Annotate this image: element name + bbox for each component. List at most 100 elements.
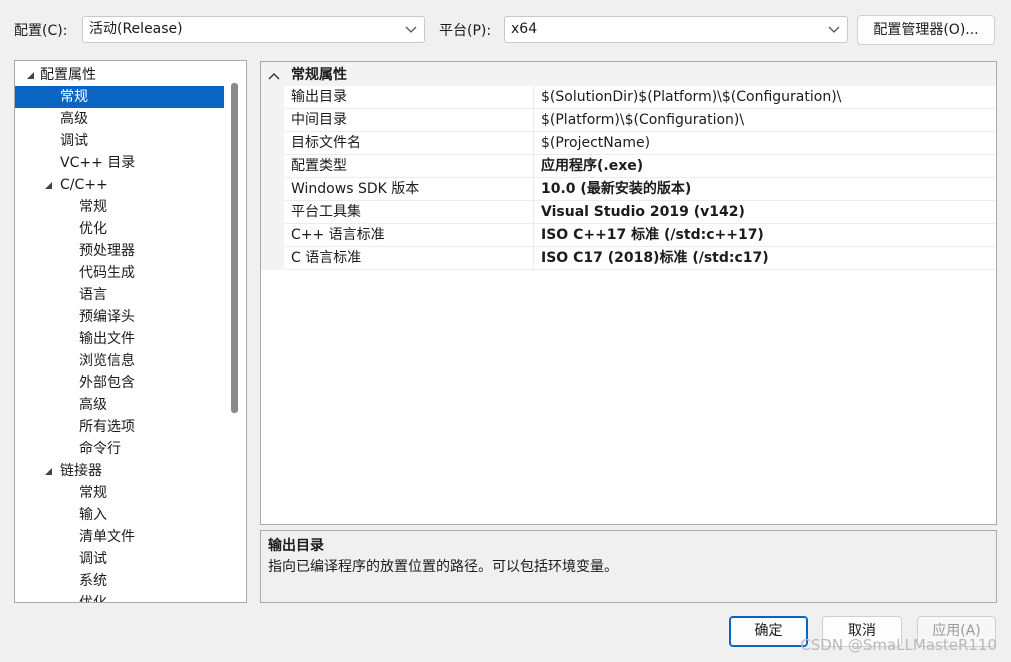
- grid-category-title: 常规属性: [291, 67, 347, 83]
- watermark: CSDN @SmaLLMasteR110: [800, 636, 997, 654]
- tree-item-label: 调试: [60, 133, 88, 149]
- tree-item-label: 输入: [79, 507, 107, 523]
- tree-item-label: 配置属性: [40, 67, 96, 83]
- property-row[interactable]: 平台工具集 Visual Studio 2019 (v142): [284, 201, 996, 224]
- tree-item[interactable]: VC++ 目录: [15, 152, 224, 174]
- property-value[interactable]: ISO C++17 标准 (/std:c++17): [541, 224, 764, 247]
- property-value[interactable]: 10.0 (最新安装的版本): [541, 178, 691, 201]
- tree-item-label: C/C++: [60, 177, 108, 193]
- tree-item[interactable]: 所有选项: [15, 416, 224, 438]
- platform-combobox[interactable]: x64: [504, 16, 848, 43]
- property-name: 目标文件名: [291, 135, 361, 151]
- description-text: 指向已编译程序的放置位置的路径。可以包括环境变量。: [268, 559, 618, 575]
- tree-item[interactable]: 调试: [15, 130, 224, 152]
- column-divider: [533, 201, 534, 224]
- tree-item-label: 所有选项: [79, 419, 135, 435]
- config-combobox[interactable]: 活动(Release): [82, 16, 425, 43]
- property-value[interactable]: Visual Studio 2019 (v142): [541, 201, 745, 224]
- platform-combobox-value: x64: [511, 21, 538, 37]
- tree-item[interactable]: 清单文件: [15, 526, 224, 548]
- property-name: C 语言标准: [291, 250, 362, 266]
- tree-item-label: 输出文件: [79, 331, 135, 347]
- property-name: C++ 语言标准: [291, 227, 385, 243]
- tree-item[interactable]: 常规: [15, 196, 224, 218]
- property-row[interactable]: 目标文件名 $(ProjectName): [284, 132, 996, 155]
- tree-item[interactable]: 优化: [15, 218, 224, 240]
- tree-item-label: 优化: [79, 221, 107, 237]
- property-name: 配置类型: [291, 158, 347, 174]
- tree-item[interactable]: 调试: [15, 548, 224, 570]
- tree-item[interactable]: 预处理器: [15, 240, 224, 262]
- tree-item-label: 语言: [79, 287, 107, 303]
- property-name: 平台工具集: [291, 204, 361, 220]
- expanded-triangle-icon[interactable]: [43, 174, 55, 196]
- column-divider: [533, 132, 534, 155]
- tree-item[interactable]: 输入: [15, 504, 224, 526]
- tree-item[interactable]: 配置属性: [15, 64, 224, 86]
- tree-item-label: 常规: [79, 485, 107, 501]
- config-label: 配置(C):: [14, 23, 68, 39]
- tree-scrollbar-thumb[interactable]: [231, 83, 238, 413]
- tree-item[interactable]: 预编译头: [15, 306, 224, 328]
- grid-category-header[interactable]: 常规属性: [261, 62, 996, 86]
- config-manager-button[interactable]: 配置管理器(O)...: [857, 15, 995, 45]
- tree-item-label: 清单文件: [79, 529, 135, 545]
- property-value[interactable]: ISO C17 (2018)标准 (/std:c17): [541, 247, 769, 270]
- tree-item-label: 常规: [79, 199, 107, 215]
- tree-item[interactable]: 常规: [15, 482, 224, 504]
- property-name: 中间目录: [291, 112, 347, 128]
- column-divider: [533, 109, 534, 132]
- chevron-up-icon: [268, 69, 280, 85]
- property-grid: 常规属性 输出目录 $(SolutionDir)$(Platform)\$(Con…: [260, 61, 997, 525]
- description-title: 输出目录: [268, 538, 324, 554]
- property-value[interactable]: $(SolutionDir)$(Platform)\$(Configuratio…: [541, 86, 841, 109]
- tree-item-label: VC++ 目录: [60, 155, 136, 171]
- tree-item[interactable]: 外部包含: [15, 372, 224, 394]
- tree-item-label: 代码生成: [79, 265, 135, 281]
- property-row[interactable]: 配置类型 应用程序(.exe): [284, 155, 996, 178]
- grid-gutter: [261, 86, 284, 270]
- tree-item[interactable]: 链接器: [15, 460, 224, 482]
- tree-item[interactable]: C/C++: [15, 174, 224, 196]
- property-row[interactable]: C++ 语言标准 ISO C++17 标准 (/std:c++17): [284, 224, 996, 247]
- tree-item-label: 链接器: [60, 463, 102, 479]
- chevron-down-icon: [404, 17, 418, 42]
- tree-item[interactable]: 代码生成: [15, 262, 224, 284]
- tree-item-label: 浏览信息: [79, 353, 135, 369]
- tree-item[interactable]: 常规: [15, 86, 224, 108]
- property-row[interactable]: 中间目录 $(Platform)\$(Configuration)\: [284, 109, 996, 132]
- property-row[interactable]: Windows SDK 版本 10.0 (最新安装的版本): [284, 178, 996, 201]
- tree-item-label: 优化: [79, 595, 107, 603]
- tree-item[interactable]: 系统: [15, 570, 224, 592]
- property-row[interactable]: 输出目录 $(SolutionDir)$(Platform)\$(Configur…: [284, 86, 996, 109]
- tree-item-label: 常规: [60, 89, 88, 105]
- property-row[interactable]: C 语言标准 ISO C17 (2018)标准 (/std:c17): [284, 247, 996, 270]
- tree-item[interactable]: 语言: [15, 284, 224, 306]
- tree-item[interactable]: 优化: [15, 592, 224, 603]
- tree-item-label: 命令行: [79, 441, 121, 457]
- expanded-triangle-icon[interactable]: [43, 460, 55, 482]
- tree-item[interactable]: 浏览信息: [15, 350, 224, 372]
- tree-item-label: 系统: [79, 573, 107, 589]
- column-divider: [533, 178, 534, 201]
- tree-item-label: 调试: [79, 551, 107, 567]
- property-value[interactable]: 应用程序(.exe): [541, 155, 643, 178]
- property-value[interactable]: $(Platform)\$(Configuration)\: [541, 109, 744, 132]
- tree-item-label: 预处理器: [79, 243, 135, 259]
- column-divider: [533, 86, 534, 109]
- column-divider: [533, 247, 534, 270]
- column-divider: [533, 224, 534, 247]
- expanded-triangle-icon[interactable]: [25, 64, 37, 86]
- platform-label: 平台(P):: [439, 23, 492, 39]
- tree-item[interactable]: 输出文件: [15, 328, 224, 350]
- tree-item[interactable]: 高级: [15, 108, 224, 130]
- property-value[interactable]: $(ProjectName): [541, 132, 650, 155]
- property-name: Windows SDK 版本: [291, 181, 420, 197]
- column-divider: [533, 155, 534, 178]
- config-combobox-value: 活动(Release): [89, 21, 183, 37]
- tree-item[interactable]: 命令行: [15, 438, 224, 460]
- tree-item-label: 预编译头: [79, 309, 135, 325]
- tree-item[interactable]: 高级: [15, 394, 224, 416]
- property-tree: 配置属性 常规 高级 调试 VC++ 目录 C/C++ 常规 优化 预处理器 代码生成 语言 预编译头…: [14, 60, 247, 603]
- ok-button[interactable]: 确定: [729, 616, 808, 647]
